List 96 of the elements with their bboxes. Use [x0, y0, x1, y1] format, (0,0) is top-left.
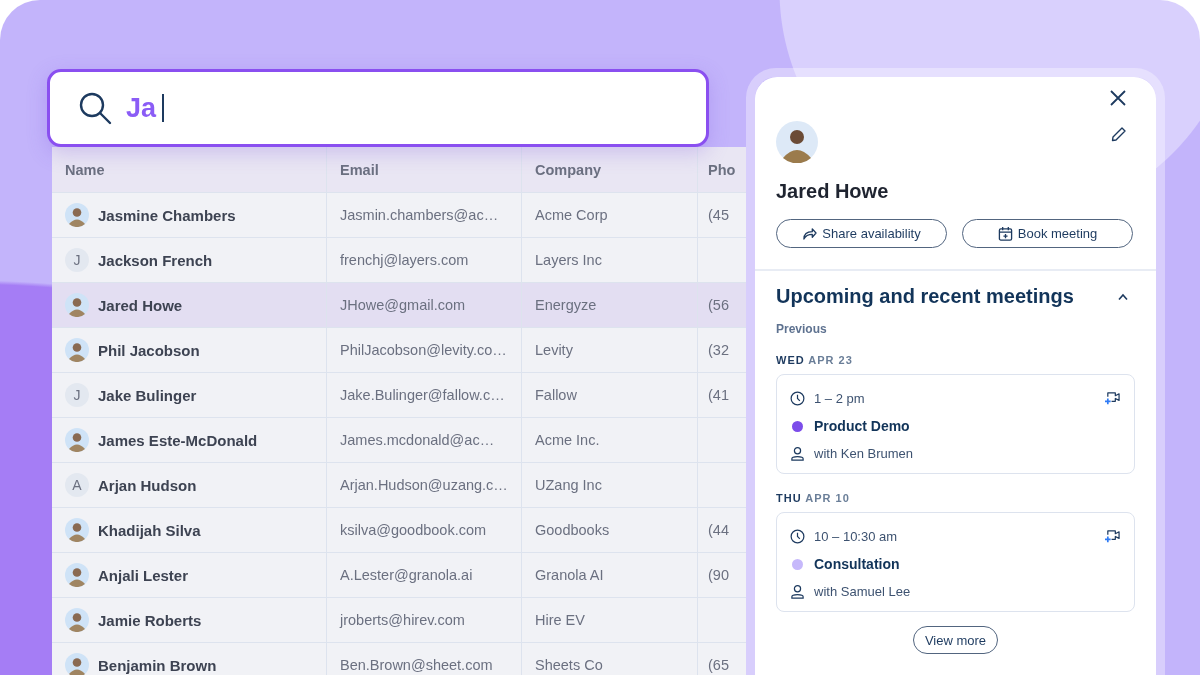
close-icon[interactable]: [1109, 89, 1127, 107]
initial-avatar: J: [65, 248, 89, 272]
contact-name: Arjan Hudson: [98, 476, 197, 494]
phone-cell: (90: [708, 567, 729, 583]
meeting-card[interactable]: 1 – 2 pm Product Demo with Ken Brumen: [776, 374, 1135, 474]
calendar-plus-icon: [997, 226, 1013, 241]
person-avatar-icon: [65, 293, 89, 317]
person-avatar-icon: [776, 121, 818, 163]
person-avatar-icon: [65, 563, 89, 587]
person-avatar-icon: [65, 203, 89, 227]
meeting-time: 10 – 10:30 am: [814, 529, 898, 544]
phone-cell: (41: [708, 387, 729, 403]
email-cell: James.mcdonald@ac…: [340, 432, 495, 448]
person-icon: [790, 584, 805, 599]
email-cell: jroberts@hirev.com: [340, 612, 465, 628]
company-cell: Granola AI: [535, 567, 604, 583]
initial-avatar: A: [65, 473, 89, 497]
email-cell: ksilva@goodbook.com: [340, 522, 487, 538]
contact-name: Anjali Lester: [98, 566, 189, 584]
table-row[interactable]: Khadijah Silva ksilva@goodbook.com Goodbooks (44: [52, 508, 746, 553]
meeting-card[interactable]: 10 – 10:30 am Consultation with Samuel Lee: [776, 512, 1135, 612]
company-cell: Goodbooks: [535, 522, 610, 538]
video-chat-icon[interactable]: [1104, 529, 1121, 544]
table-row[interactable]: Jared Howe JHowe@gmail.com Energyze (56: [52, 283, 746, 328]
company-cell: Hire EV: [535, 612, 585, 628]
person-avatar-icon: [65, 608, 89, 632]
email-cell: JHowe@gmail.com: [340, 297, 466, 313]
table-row[interactable]: Anjali Lester A.Lester@granola.ai Granola AI (90: [52, 553, 746, 598]
company-cell: Levity: [535, 342, 573, 358]
contact-name: Jared Howe: [98, 296, 183, 314]
email-cell: A.Lester@granola.ai: [340, 567, 473, 583]
person-icon: [790, 446, 805, 461]
clock-icon: [790, 391, 805, 406]
column-header[interactable]: Pho: [708, 161, 736, 178]
action-button[interactable]: Share availability: [776, 219, 947, 248]
section-title: Upcoming and recent meetings: [776, 285, 1074, 308]
contact-name: Jared Howe: [776, 180, 890, 203]
meeting-time: 1 – 2 pm: [814, 391, 865, 406]
search-icon: [78, 91, 112, 125]
initial-avatar: J: [65, 383, 89, 407]
contact-name: Phil Jacobson: [98, 341, 200, 359]
email-cell: Arjan.Hudson@uzang.c…: [340, 477, 508, 493]
phone-cell: (45: [708, 207, 729, 223]
table-row[interactable]: Benjamin Brown Ben.Brown@sheet.com Sheets Co (65: [52, 643, 746, 675]
day-label: WED APR 23: [776, 354, 854, 366]
company-cell: UZang Inc: [535, 477, 602, 493]
meeting-attendee: with Ken Brumen: [814, 446, 913, 461]
contact-name: Jake Bulinger: [98, 386, 197, 404]
column-header[interactable]: Name: [65, 161, 105, 178]
meeting-title: Consultation: [814, 556, 900, 572]
company-cell: Energyze: [535, 297, 597, 313]
contact-name: James Este-McDonald: [98, 431, 258, 449]
email-cell: Jasmin.chambers@ac…: [340, 207, 499, 223]
contact-name: Jackson French: [98, 251, 213, 269]
email-cell: frenchj@layers.com: [340, 252, 469, 268]
company-cell: Acme Corp: [535, 207, 608, 223]
video-chat-icon[interactable]: [1104, 391, 1121, 406]
phone-cell: (32: [708, 342, 729, 358]
share-arrow-icon: [802, 227, 818, 240]
email-cell: Ben.Brown@sheet.com: [340, 657, 493, 673]
section-subtitle: Previous: [776, 322, 828, 336]
email-cell: Jake.Bulinger@fallow.c…: [340, 387, 505, 403]
column-header[interactable]: Company: [535, 161, 602, 178]
table-row[interactable]: Jasmine Chambers Jasmin.chambers@ac… Acme Corp (45: [52, 193, 746, 238]
chevron-icon[interactable]: [1117, 292, 1129, 301]
text-cursor: [162, 94, 164, 122]
person-avatar-icon: [65, 428, 89, 452]
contact-name: Jamie Roberts: [98, 611, 202, 629]
company-cell: Sheets Co: [535, 657, 603, 673]
table-row[interactable]: James Este-McDonald James.mcdonald@ac… Acme Inc.: [52, 418, 746, 463]
pencil-icon[interactable]: [1111, 126, 1127, 142]
phone-cell: (65: [708, 657, 729, 673]
view-more-button[interactable]: View more: [912, 626, 999, 654]
person-avatar-icon: [65, 518, 89, 542]
column-header[interactable]: Email: [340, 161, 379, 178]
table-row[interactable]: Jamie Roberts jroberts@hirev.com Hire EV: [52, 598, 746, 643]
company-cell: Acme Inc.: [535, 432, 600, 448]
phone-cell: (56: [708, 297, 729, 313]
contact-name: Khadijah Silva: [98, 521, 201, 539]
action-button[interactable]: Book meeting: [962, 219, 1133, 248]
clock-icon: [790, 529, 805, 544]
search-field[interactable]: Ja: [126, 92, 162, 124]
company-cell: Layers Inc: [535, 252, 602, 268]
table-row[interactable]: A Arjan Hudson Arjan.Hudson@uzang.c… UZang Inc: [52, 463, 746, 508]
email-cell: PhilJacobson@levity.co…: [340, 342, 507, 358]
contact-name: Jasmine Chambers: [98, 206, 236, 224]
person-avatar-icon: [65, 338, 89, 362]
day-label: THU APR 10: [776, 492, 851, 504]
contact-name: Benjamin Brown: [98, 656, 217, 674]
meeting-title: Product Demo: [814, 418, 910, 434]
phone-cell: (44: [708, 522, 729, 538]
person-avatar-icon: [65, 653, 89, 675]
meeting-attendee: with Samuel Lee: [814, 584, 911, 599]
company-cell: Fallow: [535, 387, 577, 403]
table-row[interactable]: J Jake Bulinger Jake.Bulinger@fallow.c… Fallow (41: [52, 373, 746, 418]
table-row[interactable]: Phil Jacobson PhilJacobson@levity.co… Levity (32: [52, 328, 746, 373]
